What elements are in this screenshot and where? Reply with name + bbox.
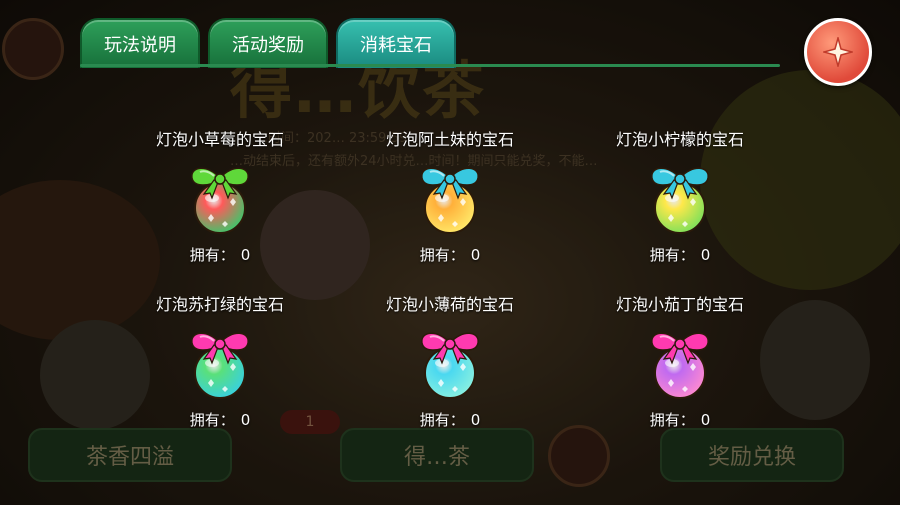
owned-row: 拥有： 0 — [190, 409, 251, 430]
owned-label: 拥有： — [419, 246, 465, 264]
gem-card[interactable]: 灯泡苏打绿的宝石 拥有： 0 — [105, 293, 335, 430]
owned-count: 0 — [700, 246, 711, 264]
bow-gem-icon — [421, 332, 479, 399]
gem-name: 灯泡小草莓的宝石 — [155, 130, 284, 149]
bow-gem-icon — [191, 167, 249, 234]
owned-count: 0 — [240, 246, 251, 264]
owned-row: 拥有： 0 — [190, 244, 251, 265]
gem-name: 灯泡小茄丁的宝石 — [615, 295, 744, 314]
close-button[interactable] — [804, 18, 872, 86]
owned-label: 拥有： — [649, 411, 695, 429]
gem-name: 灯泡小薄荷的宝石 — [385, 295, 514, 314]
owned-label: 拥有： — [649, 246, 695, 264]
owned-row: 拥有： 0 — [650, 409, 711, 430]
tab-event-rewards[interactable]: 活动奖励 — [208, 18, 328, 68]
gem-name: 灯泡苏打绿的宝石 — [155, 295, 284, 314]
owned-count: 0 — [470, 411, 481, 429]
gem-card[interactable]: 灯泡小茄丁的宝石 拥有： 0 — [565, 293, 795, 430]
bow-gem-icon — [421, 167, 479, 234]
bow-gem-icon — [651, 167, 709, 234]
owned-label: 拥有： — [419, 411, 465, 429]
gem-name: 灯泡阿土妹的宝石 — [385, 130, 514, 149]
owned-row: 拥有： 0 — [420, 244, 481, 265]
bow-gem-icon — [191, 332, 249, 399]
owned-count: 0 — [470, 246, 481, 264]
close-star-icon — [823, 37, 853, 67]
bow-gem-icon — [651, 332, 709, 399]
owned-label: 拥有： — [189, 246, 235, 264]
gem-name: 灯泡小柠檬的宝石 — [615, 130, 744, 149]
tab-consume-gems[interactable]: 消耗宝石 — [336, 18, 456, 68]
tab-bar: 玩法说明 活动奖励 消耗宝石 — [80, 18, 456, 68]
tab-rules[interactable]: 玩法说明 — [80, 18, 200, 68]
owned-count: 0 — [240, 411, 251, 429]
gem-card[interactable]: 灯泡小柠檬的宝石 拥有： 0 — [565, 128, 795, 265]
owned-label: 拥有： — [189, 411, 235, 429]
gem-grid: 灯泡小草莓的宝石 拥有： 0 灯泡阿土妹的宝石 拥有： 0 灯泡小柠檬的宝石 拥… — [105, 128, 795, 430]
gem-card[interactable]: 灯泡小薄荷的宝石 拥有： 0 — [335, 293, 565, 430]
gem-card[interactable]: 灯泡小草莓的宝石 拥有： 0 — [105, 128, 335, 265]
owned-row: 拥有： 0 — [420, 409, 481, 430]
tab-underline — [80, 64, 780, 67]
owned-count: 0 — [700, 411, 711, 429]
gem-card[interactable]: 灯泡阿土妹的宝石 拥有： 0 — [335, 128, 565, 265]
owned-row: 拥有： 0 — [650, 244, 711, 265]
